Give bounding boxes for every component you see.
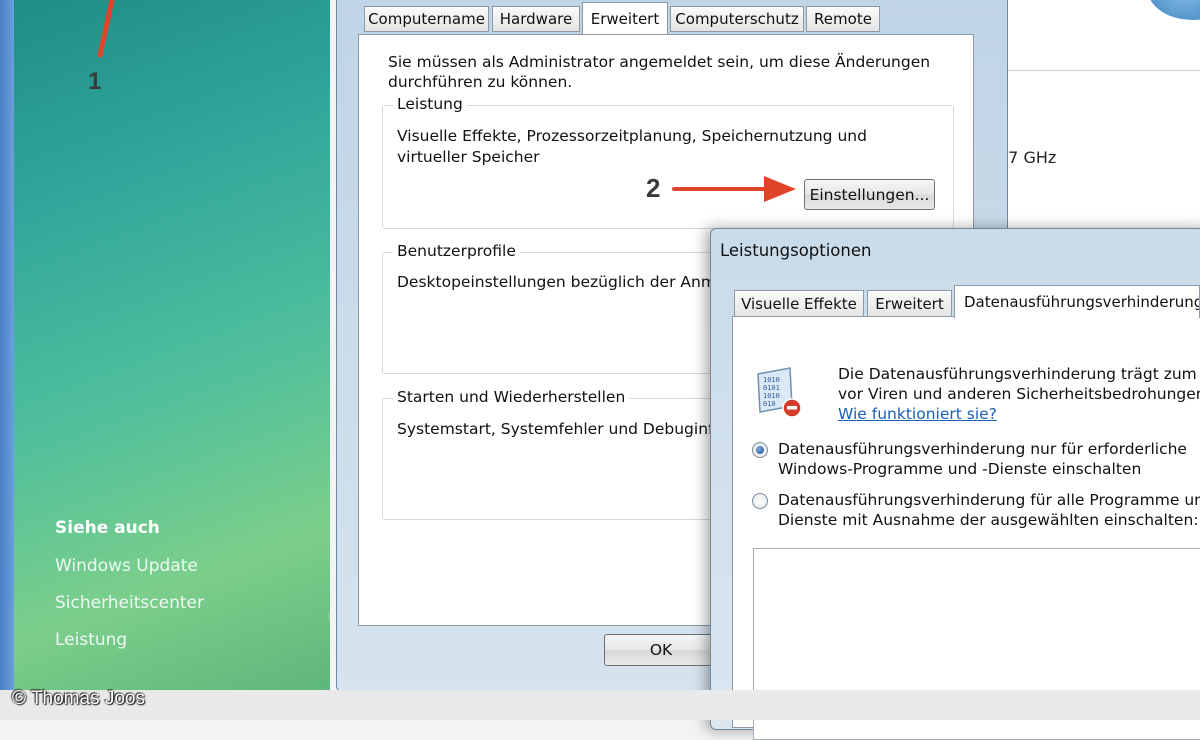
ok-button[interactable]: OK bbox=[604, 634, 718, 666]
radio-label: Datenausführungsverhinderung nur für erf… bbox=[778, 439, 1187, 479]
svg-text:1010: 1010 bbox=[763, 392, 780, 400]
tab-hardware[interactable]: Hardware bbox=[492, 6, 580, 32]
link-windows-update[interactable]: Windows Update bbox=[55, 556, 204, 576]
tab-computername[interactable]: Computername bbox=[364, 6, 489, 32]
radio-label-line: Datenausführungsverhinderung für alle Pr… bbox=[778, 491, 1200, 509]
group-description: Visuelle Effekte, Prozessorzeitplanung, … bbox=[397, 127, 867, 166]
tab-visual-effects[interactable]: Visuelle Effekte bbox=[734, 290, 864, 317]
group-title: Benutzerprofile bbox=[393, 242, 520, 260]
link-performance[interactable]: Leistung bbox=[55, 630, 204, 650]
copyright-watermark: © Thomas Joos bbox=[12, 688, 145, 709]
annotation-marker-1: 1 bbox=[88, 68, 102, 95]
svg-text:0101: 0101 bbox=[763, 384, 780, 392]
group-title: Starten und Wiederherstellen bbox=[393, 388, 630, 406]
radio-button[interactable] bbox=[752, 493, 768, 509]
group-description: Systemstart, Systemfehler und Debuginfor bbox=[397, 420, 730, 438]
annotation-arrow-2 bbox=[672, 176, 796, 202]
link-security-center[interactable]: Sicherheitscenter bbox=[55, 593, 204, 613]
see-also-heading: Siehe auch bbox=[55, 518, 160, 538]
dep-description: Die Datenausführungsverhinderung trägt z… bbox=[838, 364, 1200, 424]
radio-label-line: Dienste mit Ausnahme der ausgewählten ei… bbox=[778, 511, 1199, 529]
group-description: Desktopeinstellungen bezüglich der Anme bbox=[397, 273, 726, 291]
radio-button-checked[interactable] bbox=[752, 442, 768, 458]
tab-advanced[interactable]: Erweitert bbox=[582, 2, 668, 34]
admin-notice: Sie müssen als Administrator angemeldet … bbox=[388, 53, 931, 91]
dialog-title: Leistungsoptionen bbox=[720, 241, 872, 260]
how-does-it-work-link[interactable]: Wie funktioniert sie? bbox=[838, 404, 1200, 424]
control-panel-sidebar: Siehe auch Windows Update Sicherheitscen… bbox=[0, 0, 330, 690]
svg-text:1010: 1010 bbox=[763, 376, 780, 384]
annotation-marker-2: 2 bbox=[646, 173, 661, 203]
settings-button[interactable]: Einstellungen... bbox=[804, 179, 935, 210]
group-title: Leistung bbox=[393, 95, 467, 113]
svg-text:010: 010 bbox=[763, 400, 776, 408]
radio-label-line: Windows-Programme und -Dienste einschalt… bbox=[778, 460, 1142, 478]
tab-remote[interactable]: Remote bbox=[806, 6, 880, 32]
annotation-arrow-1 bbox=[97, 0, 115, 58]
tab-advanced[interactable]: Erweitert bbox=[867, 290, 952, 317]
bottom-strip bbox=[0, 690, 1200, 720]
radio-label: Datenausführungsverhinderung für alle Pr… bbox=[778, 490, 1200, 530]
description-line: vor Viren und anderen Sicherheitsbedrohu… bbox=[838, 385, 1200, 403]
dep-shield-icon: 1010 0101 1010 010 bbox=[757, 367, 802, 418]
tab-computer-protection[interactable]: Computerschutz bbox=[670, 6, 804, 32]
radio-label-line: Datenausführungsverhinderung nur für erf… bbox=[778, 440, 1187, 458]
divider bbox=[1000, 70, 1200, 71]
see-also-section: Siehe auch Windows Update Sicherheitscen… bbox=[55, 518, 204, 667]
performance-group: Leistung Visuelle Effekte, Prozessorzeit… bbox=[382, 95, 954, 229]
description-line: Die Datenausführungsverhinderung trägt z… bbox=[838, 365, 1200, 383]
tab-data-execution-prevention[interactable]: Datenausführungsverhinderung bbox=[954, 285, 1200, 318]
